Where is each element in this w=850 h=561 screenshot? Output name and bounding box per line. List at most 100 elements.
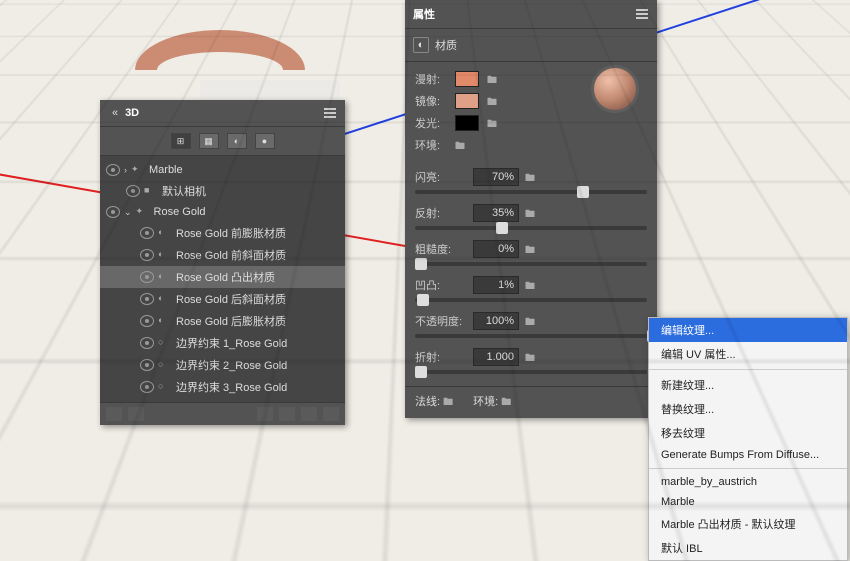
color-swatch[interactable]	[455, 93, 479, 109]
3d-panel-footer	[100, 402, 345, 425]
folder-icon[interactable]: 🖿	[487, 73, 501, 85]
tree-row[interactable]: ■ 默认相机	[100, 180, 345, 202]
scene-tree: ›✦Marble■默认相机⌄✦Rose Gold◐Rose Gold 前膨胀材质…	[100, 156, 345, 402]
visibility-eye-icon[interactable]	[140, 315, 154, 327]
value-input[interactable]: 35%	[473, 204, 519, 222]
visibility-eye-icon[interactable]	[106, 164, 120, 176]
folder-icon[interactable]: 🖿	[487, 95, 501, 107]
slider-track[interactable]	[415, 226, 647, 230]
folder-icon[interactable]: 🖿	[525, 279, 539, 291]
slider-label: 反射:	[415, 205, 467, 221]
item-type-icon: ◐	[158, 315, 172, 327]
menu-item[interactable]: 新建纹理...	[649, 373, 847, 397]
menu-item[interactable]: Marble	[649, 492, 847, 512]
slider-track[interactable]	[415, 298, 647, 302]
visibility-eye-icon[interactable]	[140, 293, 154, 305]
footer-icon[interactable]	[128, 407, 144, 421]
folder-icon[interactable]: 🖿	[443, 397, 453, 408]
texture-context-menu: 编辑纹理...编辑 UV 属性... 新建纹理...替换纹理...移去纹理Gene…	[648, 317, 848, 561]
color-swatch[interactable]	[455, 71, 479, 87]
tree-row[interactable]: ◐Rose Gold 后斜面材质	[100, 288, 345, 310]
expand-arrow-icon[interactable]: ›	[124, 165, 127, 175]
visibility-eye-icon[interactable]	[140, 381, 154, 393]
folder-icon[interactable]: 🖿	[525, 351, 539, 363]
folder-icon[interactable]: 🖿	[525, 171, 539, 183]
value-input[interactable]: 1.000	[473, 348, 519, 366]
value-input[interactable]: 70%	[473, 168, 519, 186]
env-label: 环境:	[415, 137, 447, 153]
menu-item[interactable]: 编辑 UV 属性...	[649, 342, 847, 366]
tree-item-label: 默认相机	[162, 183, 339, 199]
tree-row[interactable]: ◐Rose Gold 凸出材质	[100, 266, 345, 288]
slider-thumb[interactable]	[417, 294, 429, 306]
item-type-icon: ✦	[136, 206, 150, 218]
folder-icon[interactable]: 🖿	[525, 315, 539, 327]
slider-track[interactable]	[415, 334, 647, 338]
visibility-eye-icon[interactable]	[126, 185, 140, 197]
tab-light-icon[interactable]: ●	[255, 133, 275, 149]
slider-track[interactable]	[415, 370, 647, 374]
tree-row[interactable]: ◐Rose Gold 前斜面材质	[100, 244, 345, 266]
tree-item-label: Marble	[149, 164, 339, 176]
slider-thumb[interactable]	[496, 222, 508, 234]
folder-icon[interactable]: 🖿	[455, 139, 469, 151]
visibility-eye-icon[interactable]	[140, 337, 154, 349]
item-type-icon: ○	[158, 337, 172, 349]
visibility-eye-icon[interactable]	[140, 249, 154, 261]
folder-icon[interactable]: 🖿	[525, 243, 539, 255]
tree-row[interactable]: ○边界约束 3_Rose Gold	[100, 376, 345, 398]
slider-track[interactable]	[415, 190, 647, 194]
slider-thumb[interactable]	[415, 366, 427, 378]
slider-label: 折射:	[415, 349, 467, 365]
3d-panel-tabs: ⊞ ▦ ◐ ●	[100, 127, 345, 156]
panel-menu-icon[interactable]	[635, 7, 649, 21]
tree-row[interactable]: ◐Rose Gold 后膨胀材质	[100, 310, 345, 332]
visibility-eye-icon[interactable]	[140, 271, 154, 283]
menu-item[interactable]: 默认 IBL	[649, 536, 847, 560]
tree-item-label: 边界约束 1_Rose Gold	[176, 335, 339, 351]
visibility-eye-icon[interactable]	[140, 227, 154, 239]
tab-mesh-icon[interactable]: ▦	[199, 133, 219, 149]
folder-icon[interactable]: 🖿	[487, 117, 501, 129]
menu-item[interactable]: Generate Bumps From Diffuse...	[649, 445, 847, 465]
tree-item-label: Rose Gold 后斜面材质	[176, 291, 339, 307]
tree-row[interactable]: ›✦Marble	[100, 160, 345, 180]
tab-material-icon[interactable]: ◐	[227, 133, 247, 149]
normal-label: 法线:	[415, 396, 440, 408]
value-input[interactable]: 100%	[473, 312, 519, 330]
menu-item[interactable]: Marble 凸出材质 - 默认纹理	[649, 512, 847, 536]
menu-item[interactable]: 移去纹理	[649, 421, 847, 445]
item-type-icon: ■	[144, 185, 158, 197]
slider-thumb[interactable]	[415, 258, 427, 270]
footer-icon[interactable]	[257, 407, 273, 421]
color-swatch[interactable]	[455, 115, 479, 131]
visibility-eye-icon[interactable]	[140, 359, 154, 371]
tree-row[interactable]: ⌄✦Rose Gold	[100, 202, 345, 222]
tree-item-label: Rose Gold 凸出材质	[176, 269, 339, 285]
menu-item[interactable]: 替换纹理...	[649, 397, 847, 421]
value-input[interactable]: 0%	[473, 240, 519, 258]
item-type-icon: ◐	[158, 249, 172, 261]
folder-icon[interactable]: 🖿	[501, 397, 511, 408]
expand-arrow-icon[interactable]: ⌄	[124, 207, 132, 218]
tab-scene-icon[interactable]: ⊞	[171, 133, 191, 149]
menu-item[interactable]: marble_by_austrich	[649, 472, 847, 492]
footer-icon[interactable]	[301, 407, 317, 421]
close-icon[interactable]: «	[108, 106, 122, 120]
footer-icon[interactable]	[106, 407, 122, 421]
material-preview-sphere[interactable]	[591, 65, 639, 113]
tree-row[interactable]: ○ 边界约束 1_Rose Gold	[100, 332, 345, 354]
panel-menu-icon[interactable]	[323, 106, 337, 120]
visibility-eye-icon[interactable]	[106, 206, 120, 218]
tree-row[interactable]: ○边界约束 2_Rose Gold	[100, 354, 345, 376]
slider-thumb[interactable]	[577, 186, 589, 198]
tree-row[interactable]: ◐Rose Gold 前膨胀材质	[100, 222, 345, 244]
material-icon: ◐	[413, 37, 429, 53]
value-input[interactable]: 1%	[473, 276, 519, 294]
footer-icon[interactable]	[279, 407, 295, 421]
slider-label: 粗糙度:	[415, 241, 467, 257]
menu-item[interactable]: 编辑纹理...	[649, 318, 847, 342]
trash-icon[interactable]	[323, 407, 339, 421]
folder-icon[interactable]: 🖿	[525, 207, 539, 219]
slider-track[interactable]	[415, 262, 647, 266]
